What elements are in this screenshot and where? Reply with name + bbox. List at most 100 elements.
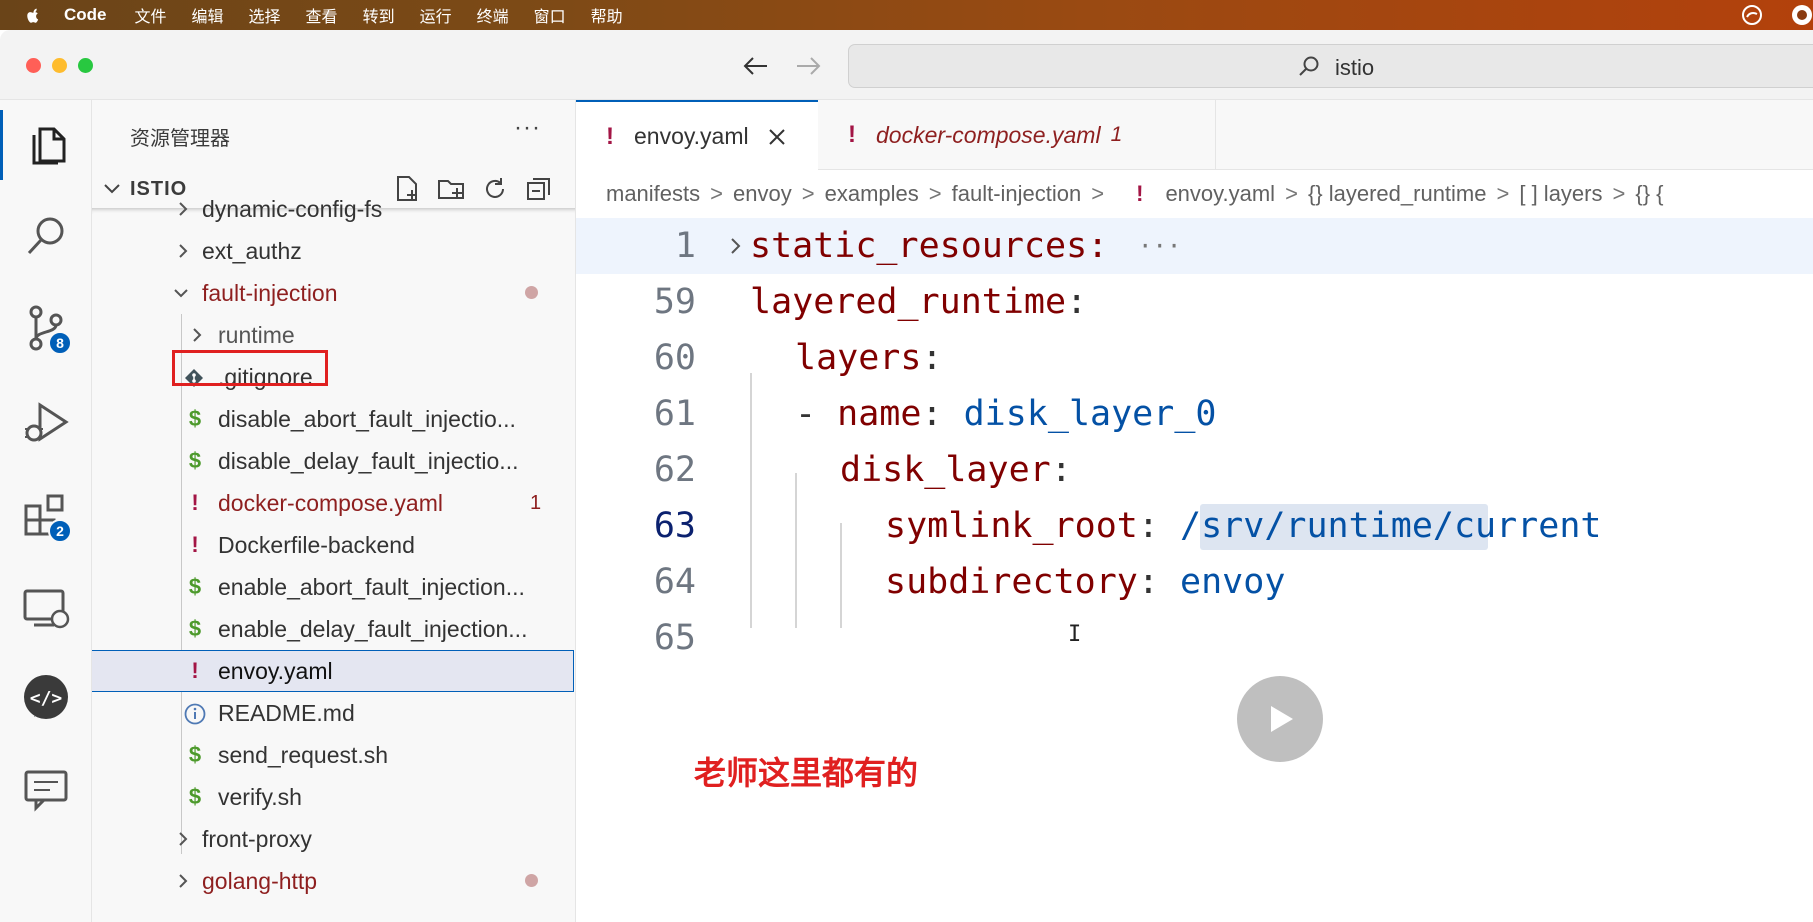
tree-label: golang-http [202, 867, 318, 894]
line-number: 63 [653, 506, 696, 546]
yaml-colon: : [1137, 562, 1181, 602]
tree-label: disable_abort_fault_injectio... [218, 405, 516, 432]
app-menu-code[interactable]: Code [64, 5, 107, 25]
command-center-search[interactable]: istio [848, 44, 1813, 88]
search-icon[interactable] [0, 203, 92, 273]
breadcrumb-item[interactable]: manifests [606, 181, 700, 207]
line-number: 64 [653, 562, 696, 602]
menu-help[interactable]: 帮助 [591, 3, 623, 27]
code-line-59: 59 layered_runtime: [576, 274, 1813, 330]
menu-file[interactable]: 文件 [135, 3, 167, 27]
tree-label: front-proxy [202, 825, 312, 852]
modified-dot [525, 874, 538, 887]
breadcrumb-item[interactable]: [ ] layers [1519, 181, 1602, 207]
menu-view[interactable]: 查看 [306, 3, 338, 27]
chevron-down-icon [174, 289, 188, 298]
menu-window[interactable]: 窗口 [534, 3, 566, 27]
shell-icon: $ [188, 742, 202, 767]
extensions-badge: 2 [48, 519, 72, 543]
tree-file-envoy-yaml[interactable]: ! envoy.yaml [92, 650, 574, 692]
yaml-colon: : [1137, 506, 1181, 546]
breadcrumb-item[interactable]: {} layered_runtime [1308, 181, 1487, 207]
code-line-1: 1 static_resources: ··· [576, 218, 1813, 274]
tree-label: send_request.sh [218, 741, 389, 768]
tree-file-verify[interactable]: $ verify.sh [92, 776, 575, 818]
sidebar-title: 资源管理器 [130, 126, 230, 150]
tree-file-gitignore[interactable]: .gitignore [92, 356, 575, 398]
zoom-window-button[interactable] [78, 58, 93, 73]
search-text: istio [1335, 55, 1375, 80]
tree-file-dockerfile-backend[interactable]: ! Dockerfile-backend [92, 524, 575, 566]
close-icon[interactable] [767, 127, 787, 147]
tab-envoy-yaml[interactable]: ! envoy.yaml [576, 100, 818, 171]
tree-file-enable-abort[interactable]: $ enable_abort_fault_injection... [92, 566, 575, 608]
tree-folder-runtime[interactable]: runtime [92, 314, 575, 356]
yaml-icon: ! [1136, 181, 1144, 206]
problem-count: 1 [530, 491, 542, 514]
yaml-icon: ! [606, 122, 614, 150]
tree-file-enable-delay[interactable]: $ enable_delay_fault_injection... [92, 608, 575, 650]
folded-ellipsis[interactable]: ··· [1138, 232, 1181, 260]
code-editor[interactable]: 1 static_resources: ··· 59 layered_runti… [576, 218, 1813, 678]
line-number: 62 [653, 450, 696, 490]
modified-dot [525, 286, 538, 299]
line-number: 61 [653, 394, 696, 434]
yaml-key: name [837, 394, 922, 434]
tree-label: disable_delay_fault_injectio... [218, 447, 519, 474]
back-arrow-icon[interactable] [740, 50, 772, 82]
tree-label: verify.sh [218, 783, 302, 810]
run-debug-icon[interactable] [0, 388, 92, 458]
tree-label: envoy.yaml [218, 657, 333, 684]
breadcrumb-item[interactable]: {} { [1635, 181, 1663, 207]
tree-file-send-request[interactable]: $ send_request.sh [92, 734, 575, 776]
play-button[interactable] [1237, 676, 1323, 762]
tab-docker-compose[interactable]: ! docker-compose.yaml 1 [818, 100, 1216, 170]
tree-label: enable_abort_fault_injection... [218, 573, 525, 600]
source-control-icon[interactable]: 8 [0, 293, 92, 363]
tree-folder-golang-http[interactable]: golang-http [92, 860, 575, 902]
breadcrumb-item[interactable]: envoy.yaml [1165, 181, 1275, 207]
record-icon[interactable] [1791, 4, 1813, 26]
tree-folder-front-proxy[interactable]: front-proxy [92, 818, 575, 860]
explorer-icon[interactable] [0, 110, 92, 180]
tree-label: dynamic-config-fs [202, 195, 383, 222]
editor-tabs: ! envoy.yaml ! docker-compose.yaml 1 [576, 100, 1813, 171]
tree-file-docker-compose[interactable]: ! docker-compose.yaml 1 [92, 482, 575, 524]
status-menu-icons [1713, 0, 1813, 30]
forward-arrow-icon[interactable] [792, 50, 824, 82]
breadcrumb-item[interactable]: fault-injection [952, 181, 1082, 207]
menu-edit[interactable]: 编辑 [192, 3, 224, 27]
tree-file-disable-delay[interactable]: $ disable_delay_fault_injectio... [92, 440, 575, 482]
remote-explorer-icon[interactable] [0, 574, 92, 644]
tree-folder-ext-authz[interactable]: ext_authz [92, 230, 575, 272]
apple-icon[interactable] [22, 5, 44, 25]
tree-label: README.md [218, 699, 355, 726]
annotation-highlight-box [172, 350, 328, 386]
tree-file-readme[interactable]: README.md [92, 692, 575, 734]
breadcrumb-item[interactable]: examples [825, 181, 919, 207]
breadcrumb: manifests > envoy > examples > fault-inj… [576, 170, 1813, 218]
yaml-icon: ! [191, 658, 199, 683]
minimize-window-button[interactable] [52, 58, 67, 73]
code-chat-icon[interactable]: </> [0, 664, 92, 734]
play-icon [1271, 706, 1293, 732]
code-line-64: 64 subdirectory: envoy [576, 554, 1813, 610]
yaml-key: layered_runtime [750, 282, 1067, 322]
activity-bar: 8 2 </> [0, 100, 92, 922]
menu-go[interactable]: 转到 [363, 3, 395, 27]
menu-run[interactable]: 运行 [420, 3, 452, 27]
fold-chevron-icon[interactable] [726, 236, 746, 256]
chat-feedback-icon[interactable] [0, 754, 92, 824]
extensions-icon[interactable]: 2 [0, 481, 92, 551]
close-window-button[interactable] [26, 58, 41, 73]
vpn-icon[interactable] [1741, 4, 1763, 26]
menu-terminal[interactable]: 终端 [477, 3, 509, 27]
breadcrumb-item[interactable]: envoy [733, 181, 792, 207]
yaml-key: static_resources: [750, 226, 1109, 266]
tree-folder-fault-injection[interactable]: fault-injection [92, 272, 575, 314]
tree-folder-dynamic-config-fs[interactable]: dynamic-config-fs [92, 188, 575, 230]
tree-file-disable-abort[interactable]: $ disable_abort_fault_injectio... [92, 398, 575, 440]
menu-selection[interactable]: 选择 [249, 3, 281, 27]
code-line-61: 61 - name: disk_layer_0 [576, 386, 1813, 442]
more-actions-icon[interactable]: ··· [514, 114, 541, 142]
